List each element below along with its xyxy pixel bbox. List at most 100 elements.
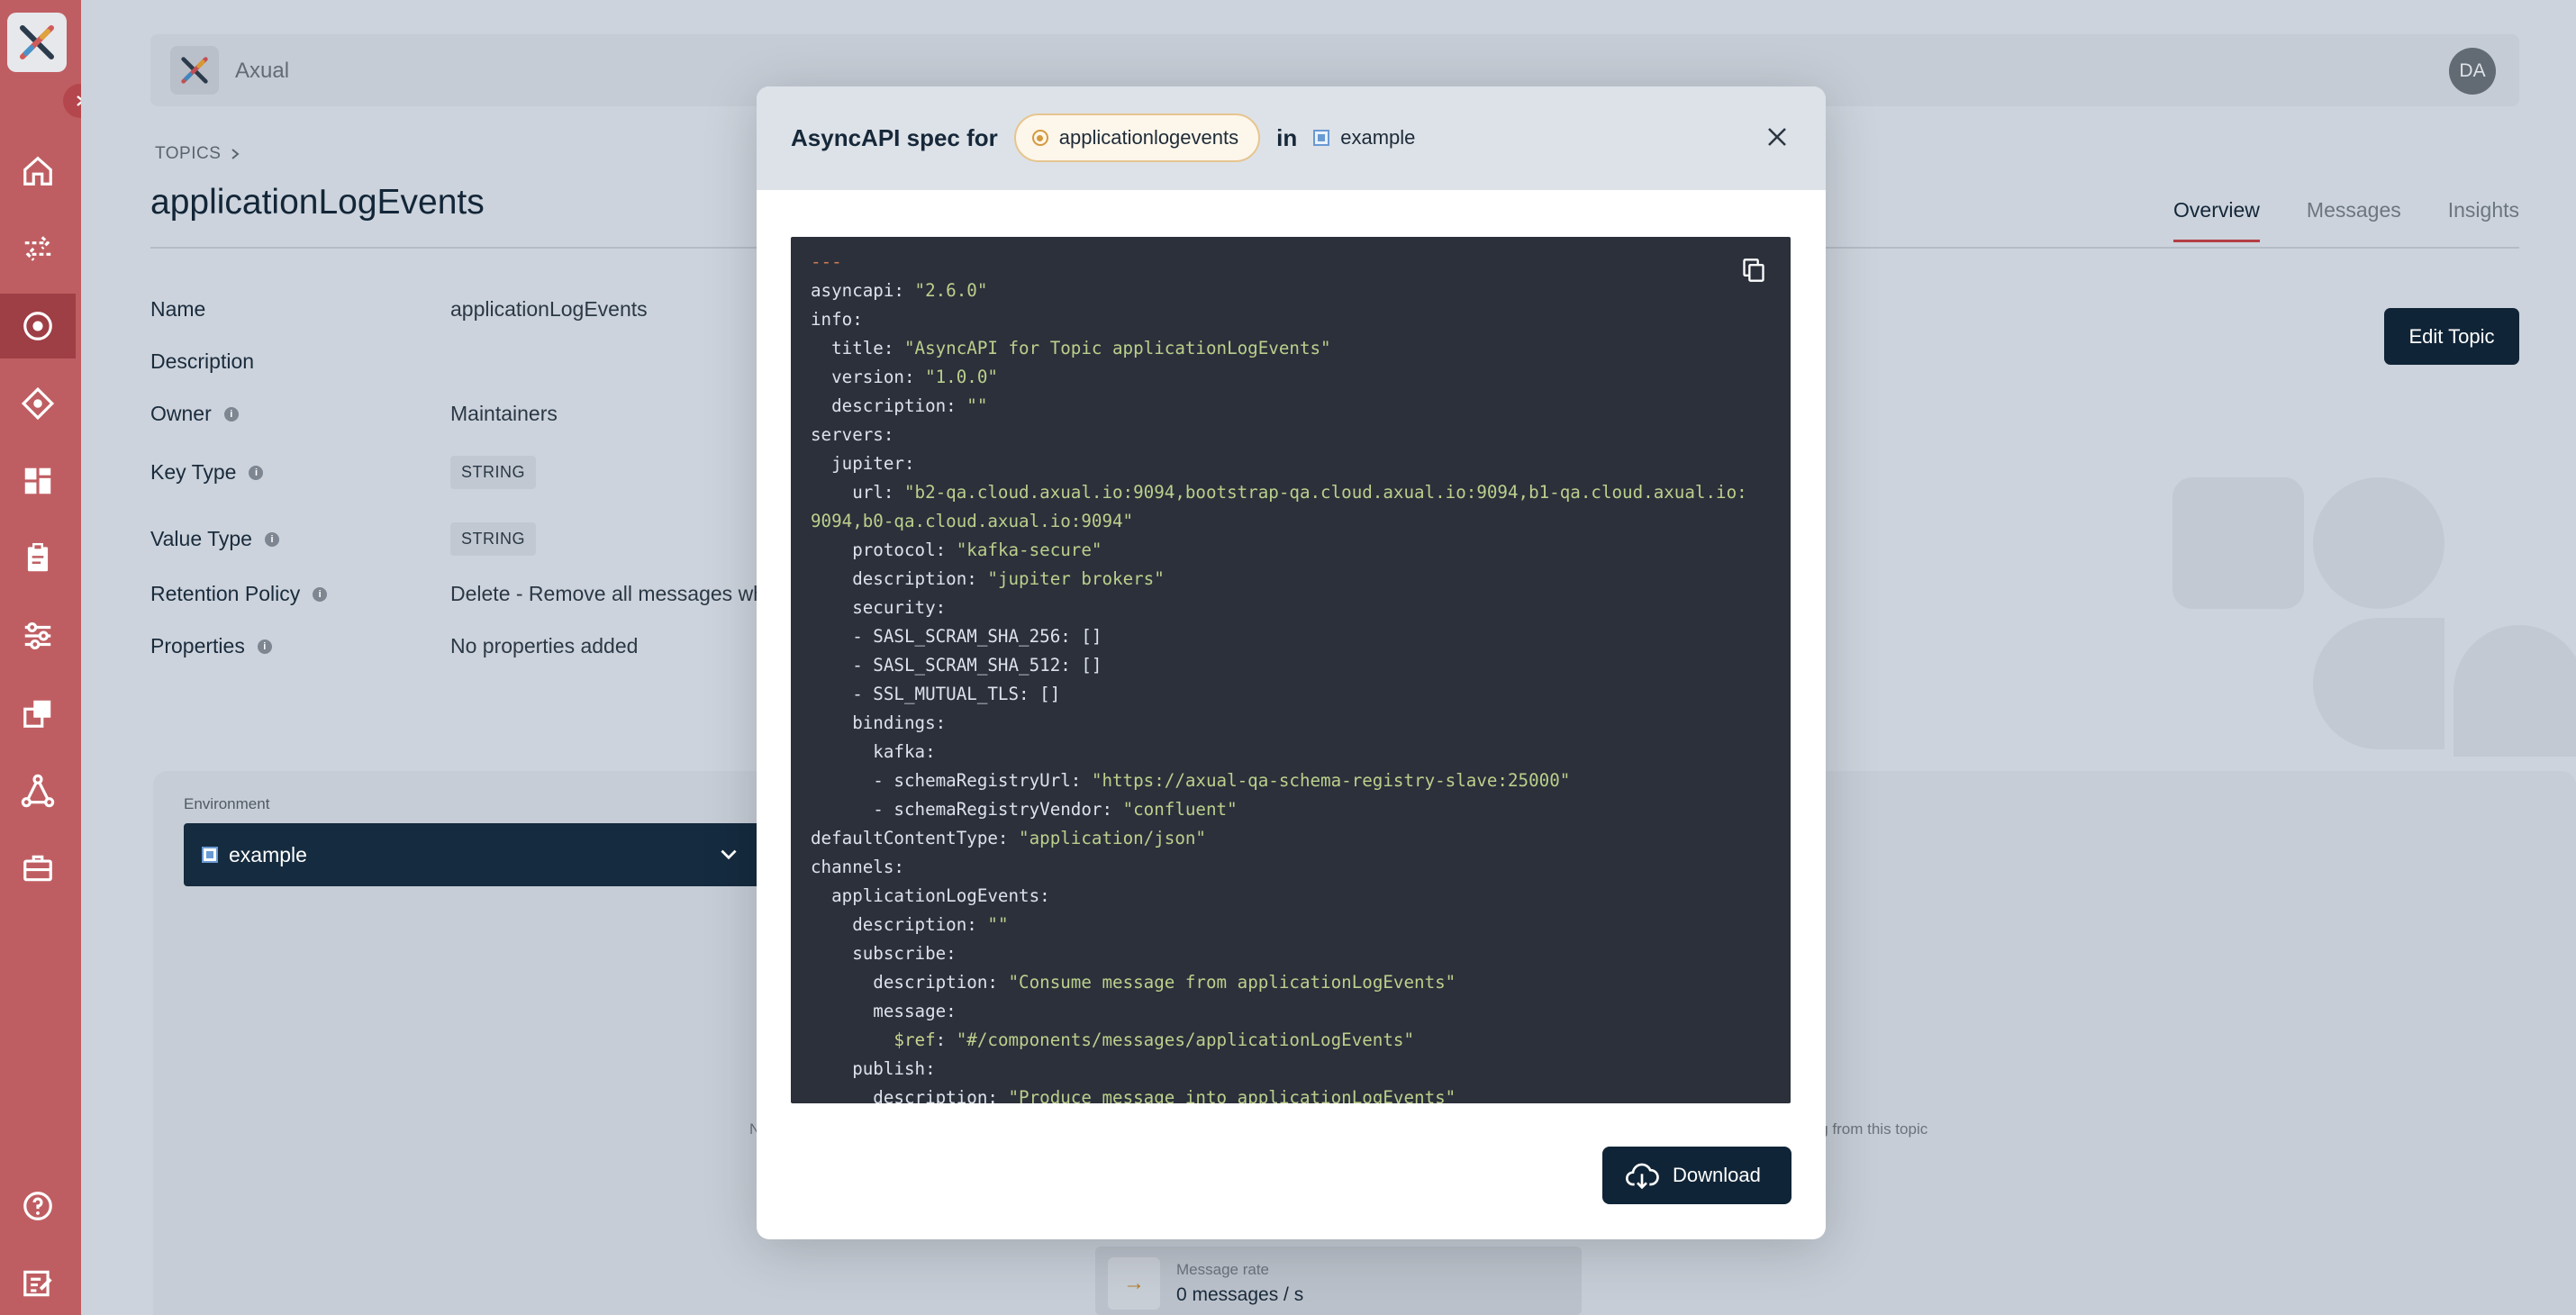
code-line: jupiter: [811,449,1747,478]
code-token: "Produce message into applicationLogEven… [1008,1087,1456,1103]
arrow-right-icon: → [1108,1257,1160,1310]
axual-logo[interactable] [7,13,67,72]
property-label: Value Type i [150,527,450,551]
feedback-icon [23,1270,52,1297]
message-rate-value: 0 messages / s [1176,1284,1304,1305]
tab-insights[interactable]: Insights [2448,198,2519,242]
code-line: description: "jupiter brokers" [811,565,1747,594]
sidebar-item-streams[interactable] [0,216,76,281]
code-line: servers: [811,421,1747,449]
property-label: Name [150,297,206,321]
code-line: info: [811,305,1747,334]
tab-messages[interactable]: Messages [2307,198,2401,242]
environment-label: Environment [184,795,270,812]
chevron-down-icon [721,849,737,860]
applications-icon [27,542,49,572]
property-label: Owner i [150,402,450,426]
code-token: "jupiter brokers" [987,568,1165,589]
sidebar-item-dashboard[interactable] [0,449,76,513]
code-token: "AsyncAPI for Topic applicationLogEvents… [903,338,1331,358]
environment-icon [202,847,218,863]
code-token: description: [811,568,988,589]
dashboard-icon [24,467,51,494]
code-token: bindings: [811,712,947,733]
info-icon[interactable]: i [257,639,272,654]
sidebar-item-schemas[interactable] [0,371,76,436]
sidebar [0,0,97,1315]
code-token: "1.0.0" [925,367,998,387]
info-icon[interactable]: i [264,531,279,547]
topic-pill: applicationlogevents [1013,113,1261,162]
user-avatar[interactable]: DA [2449,48,2496,95]
code-token: "https://axual-qa-schema-registry-slave:… [1091,770,1571,791]
code-token: "2.6.0" [914,280,988,301]
tab-bar: Overview Messages Insights [2173,198,2519,242]
chevron-right-icon [231,149,240,159]
breadcrumb-topics[interactable]: TOPICS [155,144,221,164]
environment-tag: example [1313,126,1415,150]
environment-select[interactable]: example [184,823,760,886]
spec-code-block[interactable]: --- asyncapi: "2.6.0" info: title: "AsyncA… [791,237,1791,1103]
code-token: jupiter: [811,453,915,474]
info-icon[interactable]: i [249,465,264,480]
code-token: - SASL_SCRAM_SHA_512: [] [811,655,1102,676]
info-icon[interactable]: i [313,586,328,602]
sidebar-item-home[interactable] [0,139,76,204]
close-button[interactable] [1761,121,1793,153]
code-line: description: "Consume message from appli… [811,968,1747,997]
code-token: description: [811,395,967,416]
toolbox-icon [23,855,52,882]
tab-overview[interactable]: Overview [2173,198,2260,242]
sidebar-item-topics[interactable] [0,294,76,358]
code-token: subscribe: [811,943,957,964]
sidebar-item-connectors[interactable] [0,681,76,746]
decorative-shape [2313,477,2444,609]
code-token: "b2-qa.cloud.axual.io:9094,bootstrap-qa.… [903,482,1747,503]
code-token: "" [966,395,988,416]
message-rate-card: → Message rate 0 messages / s [1095,1247,1582,1315]
code-token: description: [811,914,988,935]
code-token: "kafka-secure" [956,540,1102,560]
topic-pill-label: applicationlogevents [1058,126,1239,149]
axual-logo-icon [20,25,54,59]
app-logo[interactable] [170,46,219,95]
code-line: defaultContentType: "application/json" [811,824,1747,853]
decorative-shape [2313,618,2444,749]
asyncapi-modal: AsyncAPI spec for applicationlogevents i… [757,86,1826,1239]
modal-title-row: AsyncAPI spec for applicationlogevents i… [791,113,1415,162]
code-line: - SASL_SCRAM_SHA_256: [] [811,622,1747,651]
download-label: Download [1673,1164,1761,1186]
code-token: servers: [811,424,894,445]
code-line: - schemaRegistryVendor: "confluent" [811,795,1747,824]
property-value-type: Value Type i STRING [150,522,537,556]
code-line: $ref: "#/components/messages/application… [811,1026,1747,1055]
code-token: message: [811,1001,957,1021]
streams-icon [24,236,51,261]
code-line: bindings: [811,709,1747,738]
sidebar-item-help[interactable] [0,1174,76,1238]
download-button[interactable]: Download [1602,1147,1791,1204]
info-icon[interactable]: i [223,406,239,422]
breadcrumb: TOPICS [155,144,240,164]
code-token: description: [811,1087,1009,1103]
owner-link[interactable]: Maintainers [450,402,558,426]
sidebar-item-graph[interactable] [0,758,76,823]
sidebar-item-applications[interactable] [0,526,76,591]
copy-button[interactable] [1738,255,1769,286]
property-label: Key Type i [150,460,450,485]
sidebar-item-settings[interactable] [0,603,76,668]
property-name: Name applicationLogEvents [150,297,648,322]
property-label-text: Owner [150,402,212,425]
property-label: Retention Policy i [150,582,450,606]
sidebar-item-feedback[interactable] [0,1251,76,1315]
code-token: kafka: [811,741,936,762]
code-line: applicationLogEvents: [811,882,1747,911]
property-label: Description [150,349,255,373]
code-line: asyncapi: "2.6.0" [811,277,1747,305]
edit-topic-button[interactable]: Edit Topic [2384,308,2519,365]
property-label-text: Value Type [150,527,252,550]
code-token: applicationLogEvents: [811,885,1050,906]
sidebar-item-toolbox[interactable] [0,836,76,901]
code-line: message: [811,997,1747,1026]
close-icon [1768,128,1786,146]
